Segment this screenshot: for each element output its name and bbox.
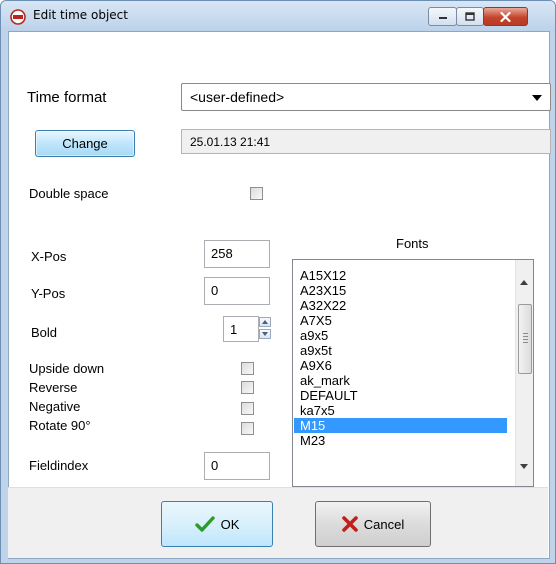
time-preview-field: 25.01.13 21:41 — [181, 129, 551, 154]
reverse-label: Reverse — [29, 380, 78, 395]
font-list-item[interactable]: M23 — [294, 433, 507, 448]
bold-input[interactable]: 1 — [223, 316, 259, 342]
fieldindex-input[interactable]: 0 — [204, 452, 270, 480]
fonts-listbox[interactable]: A15X12 A23X15 A32X22 A7X5 a9x5 a9x5t A9X6 ak_ma… — [292, 259, 534, 487]
close-icon — [500, 11, 511, 22]
rotate-90-checkbox[interactable] — [241, 422, 254, 435]
font-list-item[interactable]: a9x5t — [294, 343, 507, 358]
scroll-up-icon[interactable] — [520, 280, 528, 285]
upside-down-label: Upside down — [29, 361, 105, 376]
change-button-label: Change — [62, 136, 108, 151]
maximize-button[interactable] — [456, 7, 484, 26]
chevron-down-icon — [532, 95, 542, 101]
xpos-value: 258 — [211, 246, 233, 261]
bold-value: 1 — [230, 322, 238, 337]
stepper-down-button[interactable] — [259, 329, 271, 339]
minimize-button[interactable] — [428, 7, 457, 26]
ypos-value: 0 — [211, 283, 219, 298]
upside-down-checkbox[interactable] — [241, 362, 254, 375]
bold-stepper[interactable] — [259, 317, 271, 339]
negative-label: Negative — [29, 399, 81, 414]
negative-checkbox[interactable] — [241, 402, 254, 415]
ypos-input[interactable]: 0 — [204, 277, 270, 305]
dialog-body: Time format <user-defined> Change 25.01.… — [8, 31, 551, 559]
window-title: Edit time object — [33, 8, 128, 22]
xpos-label: X-Pos — [31, 249, 67, 264]
time-format-select[interactable]: <user-defined> — [181, 83, 551, 111]
fonts-scrollbar[interactable] — [515, 260, 533, 486]
chevron-down-icon — [262, 332, 268, 336]
reverse-checkbox[interactable] — [241, 381, 254, 394]
maximize-icon — [465, 12, 475, 21]
grip-icon — [523, 333, 528, 345]
font-list-item[interactable]: ka7x5 — [294, 403, 507, 418]
title-bar[interactable]: Edit time object — [1, 1, 555, 31]
ok-button-label: OK — [220, 516, 240, 532]
cross-icon — [341, 516, 358, 532]
scroll-down-icon[interactable] — [520, 464, 528, 469]
fonts-list: A15X12 A23X15 A32X22 A7X5 a9x5 a9x5t A9X6 ak_ma… — [294, 268, 507, 448]
stepper-up-button[interactable] — [259, 317, 271, 327]
close-button[interactable] — [483, 7, 528, 26]
font-list-item[interactable]: A23X15 — [294, 283, 507, 298]
fieldindex-label: Fieldindex — [29, 458, 89, 473]
chevron-up-icon — [262, 320, 268, 324]
double-space-checkbox[interactable] — [250, 187, 263, 200]
bold-label: Bold — [31, 325, 58, 340]
xpos-input[interactable]: 258 — [204, 240, 270, 268]
cancel-button[interactable]: Cancel — [315, 501, 431, 547]
button-bar — [8, 487, 548, 558]
app-logo-icon — [10, 9, 26, 25]
dialog-window: Edit time object Time format <user-defin… — [0, 0, 556, 564]
font-list-item[interactable]: ak_mark — [294, 373, 507, 388]
time-preview-value: 25.01.13 21:41 — [190, 135, 271, 149]
font-list-item[interactable]: a9x5 — [294, 328, 507, 343]
time-format-label: Time format — [27, 89, 107, 106]
fonts-heading: Fonts — [396, 236, 429, 251]
cancel-button-label: Cancel — [363, 516, 405, 532]
ypos-label: Y-Pos — [31, 286, 66, 301]
scroll-thumb[interactable] — [518, 304, 532, 374]
font-list-item[interactable]: DEFAULT — [294, 388, 507, 403]
minimize-icon — [438, 16, 447, 19]
font-list-item[interactable]: A7X5 — [294, 313, 507, 328]
fieldindex-value: 0 — [211, 458, 219, 473]
font-list-item[interactable]: A9X6 — [294, 358, 507, 373]
font-list-item[interactable]: A15X12 — [294, 268, 507, 283]
time-format-selected: <user-defined> — [190, 89, 285, 105]
font-list-item[interactable]: A32X22 — [294, 298, 507, 313]
checkmark-icon — [194, 516, 215, 532]
double-space-label: Double space — [29, 186, 109, 201]
rotate-90-label: Rotate 90° — [29, 418, 91, 433]
change-button[interactable]: Change — [35, 130, 135, 157]
ok-button[interactable]: OK — [161, 501, 273, 547]
font-list-item[interactable]: M15 — [294, 418, 507, 433]
